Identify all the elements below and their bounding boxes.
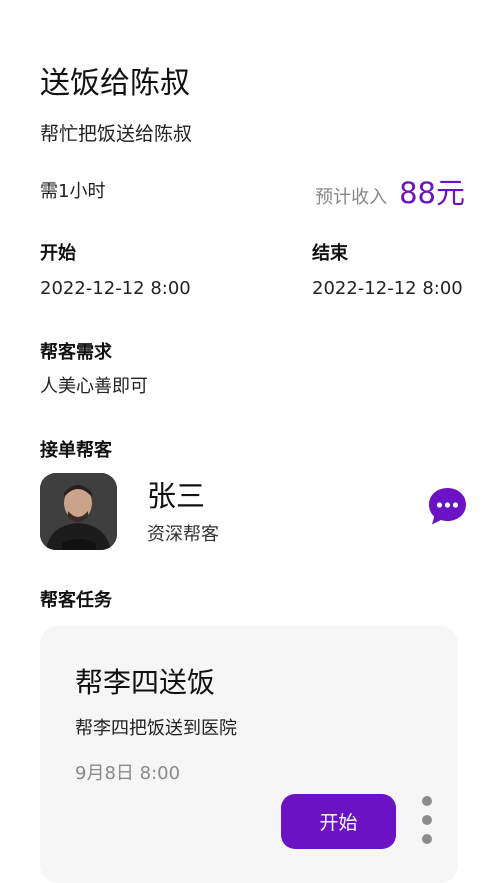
income-value: 88元: [399, 176, 465, 210]
income-label: 预计收入: [315, 187, 388, 208]
end-label: 结束: [312, 243, 348, 264]
task-time: 9月8日 8:00: [75, 763, 181, 784]
more-dot: [422, 815, 432, 825]
avatar-image: [40, 473, 117, 550]
end-time: 2022-12-12 8:00: [312, 278, 463, 299]
duration-text: 需1小时: [40, 181, 106, 202]
expected-income: 预计收入 88元: [315, 170, 465, 212]
helper-section-label: 接单帮客: [40, 440, 112, 461]
chat-button[interactable]: [427, 486, 468, 527]
requirement-label: 帮客需求: [40, 342, 112, 363]
chat-bubble-icon: [429, 488, 466, 525]
more-dot: [422, 796, 432, 806]
task-section-label: 帮客任务: [40, 590, 112, 611]
start-label: 开始: [40, 243, 76, 264]
avatar[interactable]: [40, 473, 117, 550]
page-title: 送饭给陈叔: [40, 66, 190, 101]
more-dot: [422, 834, 432, 844]
helper-level: 资深帮客: [147, 524, 219, 545]
helper-name: 张三: [147, 479, 206, 513]
page-subtitle: 帮忙把饭送给陈叔: [40, 123, 193, 145]
requirement-value: 人美心善即可: [40, 376, 148, 397]
start-button[interactable]: 开始: [281, 794, 396, 849]
start-time: 2022-12-12 8:00: [40, 278, 191, 299]
task-description: 帮李四把饭送到医院: [75, 718, 237, 739]
more-vertical-icon[interactable]: [415, 796, 439, 844]
task-title: 帮李四送饭: [75, 666, 216, 699]
